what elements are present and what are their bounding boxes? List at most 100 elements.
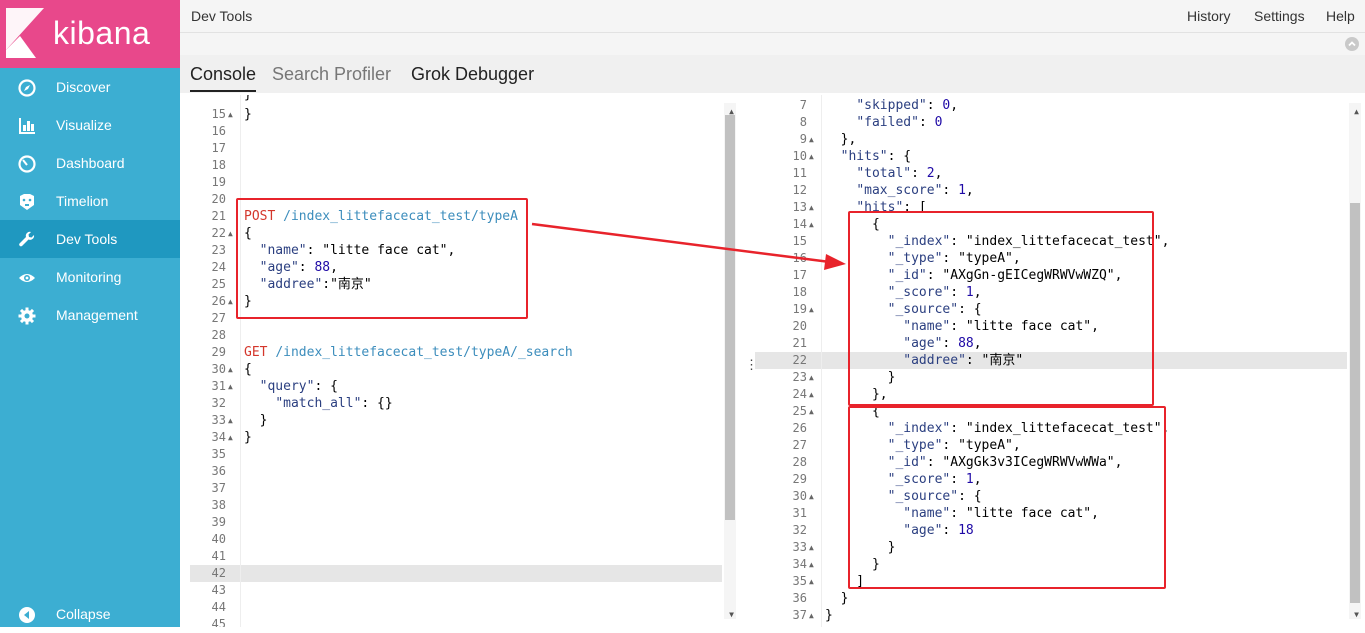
fold-toggle-icon[interactable]: ▲ [809, 543, 814, 552]
fold-toggle-icon[interactable]: ▲ [809, 220, 814, 229]
fold-toggle-icon[interactable]: ▲ [809, 373, 814, 382]
line-number: 7 [799, 98, 807, 112]
sidebar-item-dashboard[interactable]: Dashboard [0, 144, 180, 182]
code-line[interactable]: } [825, 590, 849, 607]
line-number: 27 [792, 438, 807, 452]
line-number: 9 [799, 132, 807, 146]
code-line[interactable]: "max_score": 1, [825, 182, 973, 199]
line-number: 31 [211, 379, 226, 393]
fold-toggle-icon[interactable]: ▲ [809, 152, 814, 161]
line-number: 32 [211, 396, 226, 410]
compass-icon [18, 79, 36, 97]
sidebar-item-visualize[interactable]: Visualize [0, 106, 180, 144]
line-number: 33 [792, 540, 807, 554]
sidebar-item-monitoring[interactable]: Monitoring [0, 258, 180, 296]
code-line[interactable]: { [244, 361, 252, 378]
fold-toggle-icon[interactable]: ▲ [809, 560, 814, 569]
line-number: 14 [792, 217, 807, 231]
code-line[interactable]: "failed": 0 [825, 114, 942, 131]
line-number: 18 [792, 285, 807, 299]
chevron-up-icon[interactable] [1345, 37, 1359, 51]
fold-toggle-icon[interactable]: ▲ [228, 229, 233, 238]
scrollbar-thumb[interactable] [1350, 203, 1360, 603]
line-number: 11 [792, 166, 807, 180]
code-line[interactable]: } [244, 412, 268, 429]
line-number: 41 [211, 549, 226, 563]
fold-toggle-icon[interactable]: ▲ [228, 416, 233, 425]
line-number: 35 [792, 574, 807, 588]
fold-toggle-icon[interactable]: ▲ [809, 390, 814, 399]
help-link[interactable]: Help [1326, 8, 1355, 24]
code-line[interactable]: "skipped": 0, [825, 97, 958, 114]
gutter-divider [240, 95, 241, 627]
tab-search-profiler[interactable]: Search Profiler [272, 64, 391, 85]
tab-console[interactable]: Console [190, 64, 257, 92]
sidebar-item-label: Dashboard [56, 155, 125, 171]
timelion-icon [20, 194, 34, 210]
line-number: 30 [211, 362, 226, 376]
settings-link[interactable]: Settings [1254, 8, 1305, 24]
line-number: 33 [211, 413, 226, 427]
line-number: 17 [792, 268, 807, 282]
tab-grok-debugger[interactable]: Grok Debugger [411, 64, 534, 85]
line-number: 20 [792, 319, 807, 333]
history-link[interactable]: History [1187, 8, 1231, 24]
fold-toggle-icon[interactable]: ▲ [809, 611, 814, 620]
sub-bar [180, 33, 1365, 55]
fold-toggle-icon[interactable]: ▲ [809, 407, 814, 416]
code-line[interactable]: }, [825, 131, 857, 148]
line-number: 36 [792, 591, 807, 605]
kibana-logo[interactable]: kibana [0, 0, 180, 68]
fold-toggle-icon[interactable]: ▲ [809, 203, 814, 212]
collapse-label: Collapse [56, 606, 111, 622]
scroll-up-icon[interactable]: ▲ [1354, 107, 1359, 116]
sidebar-item-timelion[interactable]: Timelion [0, 182, 180, 220]
fold-toggle-icon[interactable]: ▲ [228, 433, 233, 442]
scroll-down-icon[interactable]: ▼ [729, 610, 734, 619]
scroll-down-icon[interactable]: ▼ [1354, 610, 1359, 619]
editor-resizer[interactable]: ⋮ [742, 95, 758, 627]
fold-toggle-icon[interactable]: ▲ [228, 110, 233, 119]
code-line[interactable]: "total": 2, [825, 165, 942, 182]
line-number: 32 [792, 523, 807, 537]
request-editor[interactable]: 15 ▲} 16 17 18 19 20 21 POST /index_littefacecat… [190, 95, 740, 627]
sidebar-item-label: Discover [56, 79, 111, 95]
sidebar-item-management[interactable]: Management [0, 296, 180, 334]
fold-toggle-icon[interactable]: ▲ [228, 365, 233, 374]
sidebar-item-dev-tools[interactable]: Dev Tools [0, 220, 180, 258]
line-number: 26 [211, 294, 226, 308]
line-number: 24 [792, 387, 807, 401]
line-number: 15 [211, 107, 226, 121]
line-number: 16 [211, 124, 226, 138]
code-line[interactable]: } [244, 429, 252, 446]
line-number: 27 [211, 311, 226, 325]
fold-toggle-icon[interactable]: ▲ [809, 135, 814, 144]
line-number: 31 [792, 506, 807, 520]
line-number: 44 [211, 600, 226, 614]
line-number: 25 [792, 404, 807, 418]
code-line[interactable]: "match_all": {} [244, 395, 392, 412]
code-line[interactable]: GET /index_littefacecat_test/typeA/_sear… [244, 344, 573, 361]
line-number: 36 [211, 464, 226, 478]
code-line[interactable]: } [244, 106, 252, 123]
line-number: 38 [211, 498, 226, 512]
line-number: 42 [211, 566, 226, 580]
line-number: 22 [211, 226, 226, 240]
fold-toggle-icon[interactable]: ▲ [809, 305, 814, 314]
sidebar-collapse-button[interactable]: Collapse [0, 595, 180, 633]
sidebar-item-label: Dev Tools [56, 231, 118, 247]
line-number: 28 [211, 328, 226, 342]
sidebar-item-discover[interactable]: Discover [0, 68, 180, 106]
annotation-box-hit-1 [848, 211, 1154, 406]
line-number: 23 [792, 370, 807, 384]
fold-toggle-icon[interactable]: ▲ [809, 492, 814, 501]
code-line[interactable]: "query": { [244, 378, 338, 395]
fold-toggle-icon[interactable]: ▲ [809, 577, 814, 586]
code-line[interactable]: } [825, 607, 833, 624]
fold-toggle-icon[interactable]: ▲ [228, 297, 233, 306]
scrollbar-thumb[interactable] [725, 115, 735, 520]
fold-toggle-icon[interactable]: ▲ [228, 382, 233, 391]
line-number: 16 [792, 251, 807, 265]
scroll-up-icon[interactable]: ▲ [729, 107, 734, 116]
code-line[interactable]: "hits": { [825, 148, 911, 165]
